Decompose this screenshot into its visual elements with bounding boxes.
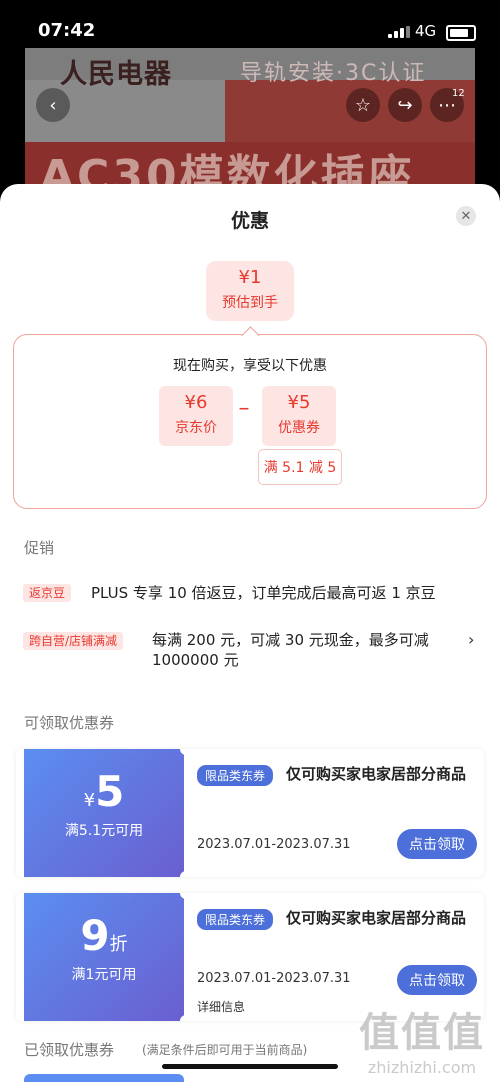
- coupon-type-tag: 限品类东券: [197, 909, 274, 930]
- minus-sign: –: [238, 396, 250, 421]
- watermark-logo: 值值值: [359, 1010, 485, 1056]
- sheet-title: 优惠: [230, 210, 269, 232]
- promo-tag: 跨自营/店铺满减: [23, 632, 124, 650]
- chevron-left-icon: ‹: [49, 94, 57, 116]
- star-icon: ☆: [354, 94, 372, 116]
- coupon-value-panel: 9折 满1元可用: [24, 893, 184, 1021]
- back-button[interactable]: ‹: [36, 88, 70, 122]
- coupon-notch: [180, 871, 192, 877]
- buy-now-text: 现在购买，享受以下优惠: [173, 358, 327, 374]
- jd-price-box: ¥6 京东价: [159, 386, 233, 446]
- chevron-right-icon[interactable]: ›: [468, 630, 474, 649]
- banner-text: 导轨安装·3C认证: [240, 61, 427, 86]
- favorite-button[interactable]: ☆: [346, 88, 380, 122]
- claimed-coupon-card-edge: [24, 1074, 184, 1082]
- coupon-description: 仅可购买家电家居部分商品: [286, 909, 467, 927]
- promo-text[interactable]: 每满 200 元，可减 30 元现金，最多可减 1000000 元: [152, 630, 452, 670]
- claimed-coupons-subtitle: (满足条件后即可用于当前商品): [142, 1043, 308, 1057]
- coupon-notch: [180, 1015, 192, 1021]
- brand-name: 人民电器: [60, 59, 172, 90]
- coupon-card: ¥5 满5.1元可用 限品类东券 仅可购买家电家居部分商品 2023.07.01…: [16, 749, 484, 877]
- jd-price-label: 京东价: [175, 420, 217, 436]
- coupon-discount-label: 优惠券: [278, 420, 320, 436]
- coupon-discount-amount: ¥5: [287, 392, 311, 413]
- home-indicator[interactable]: [162, 1064, 338, 1069]
- coupon-value: 9: [80, 911, 110, 960]
- more-badge: 12: [452, 88, 465, 99]
- promo-tag: 返京豆: [23, 584, 72, 602]
- promo-text: PLUS 专享 10 倍返豆，订单完成后最高可返 1 京豆: [91, 584, 436, 602]
- estimated-price-badge: ¥1 预估到手: [206, 261, 294, 321]
- coupon-condition: 满5.1元可用: [64, 823, 144, 839]
- close-button[interactable]: ✕: [456, 206, 476, 226]
- estimated-label: 预估到手: [222, 295, 278, 311]
- coupon-value-panel: ¥5 满5.1元可用: [24, 749, 184, 877]
- coupon-currency: ¥: [83, 790, 96, 811]
- claim-coupon-button[interactable]: 点击领取: [397, 965, 477, 995]
- coupon-date-range: 2023.07.01-2023.07.31: [197, 971, 351, 986]
- coupon-details-link[interactable]: 详细信息: [197, 998, 245, 1015]
- claimed-coupons-heading: 已领取优惠券: [24, 1041, 115, 1059]
- jd-price-amount: ¥6: [184, 392, 208, 413]
- coupon-condition: 满 5.1 减 5: [258, 449, 342, 485]
- coupon-description: 仅可购买家电家居部分商品: [286, 765, 467, 783]
- watermark: 值值值 zhizhizhi.com: [352, 1000, 492, 1077]
- coupon-condition: 满1元可用: [71, 967, 137, 983]
- estimated-amount: ¥1: [238, 267, 262, 288]
- coupon-discount-box: ¥5 优惠券: [262, 386, 336, 446]
- claim-coupon-button[interactable]: 点击领取: [397, 829, 477, 859]
- discount-sheet: 优惠 ✕ ¥1 预估到手 现在购买，享受以下优惠 ¥6 京东价 – ¥5 优惠券…: [0, 184, 500, 1082]
- battery-icon: [446, 25, 476, 41]
- coupon-value: 5: [95, 767, 125, 816]
- promotions-heading: 促销: [24, 539, 55, 557]
- close-icon: ✕: [460, 208, 472, 224]
- available-coupons-heading: 可领取优惠券: [24, 714, 115, 732]
- share-icon: ↪: [397, 94, 413, 116]
- status-time: 07:42: [38, 20, 96, 41]
- coupon-date-range: 2023.07.01-2023.07.31: [197, 837, 351, 852]
- network-type: 4G: [415, 22, 437, 40]
- signal-icon: [388, 26, 410, 38]
- coupon-suffix: 折: [109, 934, 128, 955]
- watermark-text: zhizhizhi.com: [367, 1058, 477, 1077]
- coupon-type-tag: 限品类东券: [197, 765, 274, 786]
- share-button[interactable]: ↪: [388, 88, 422, 122]
